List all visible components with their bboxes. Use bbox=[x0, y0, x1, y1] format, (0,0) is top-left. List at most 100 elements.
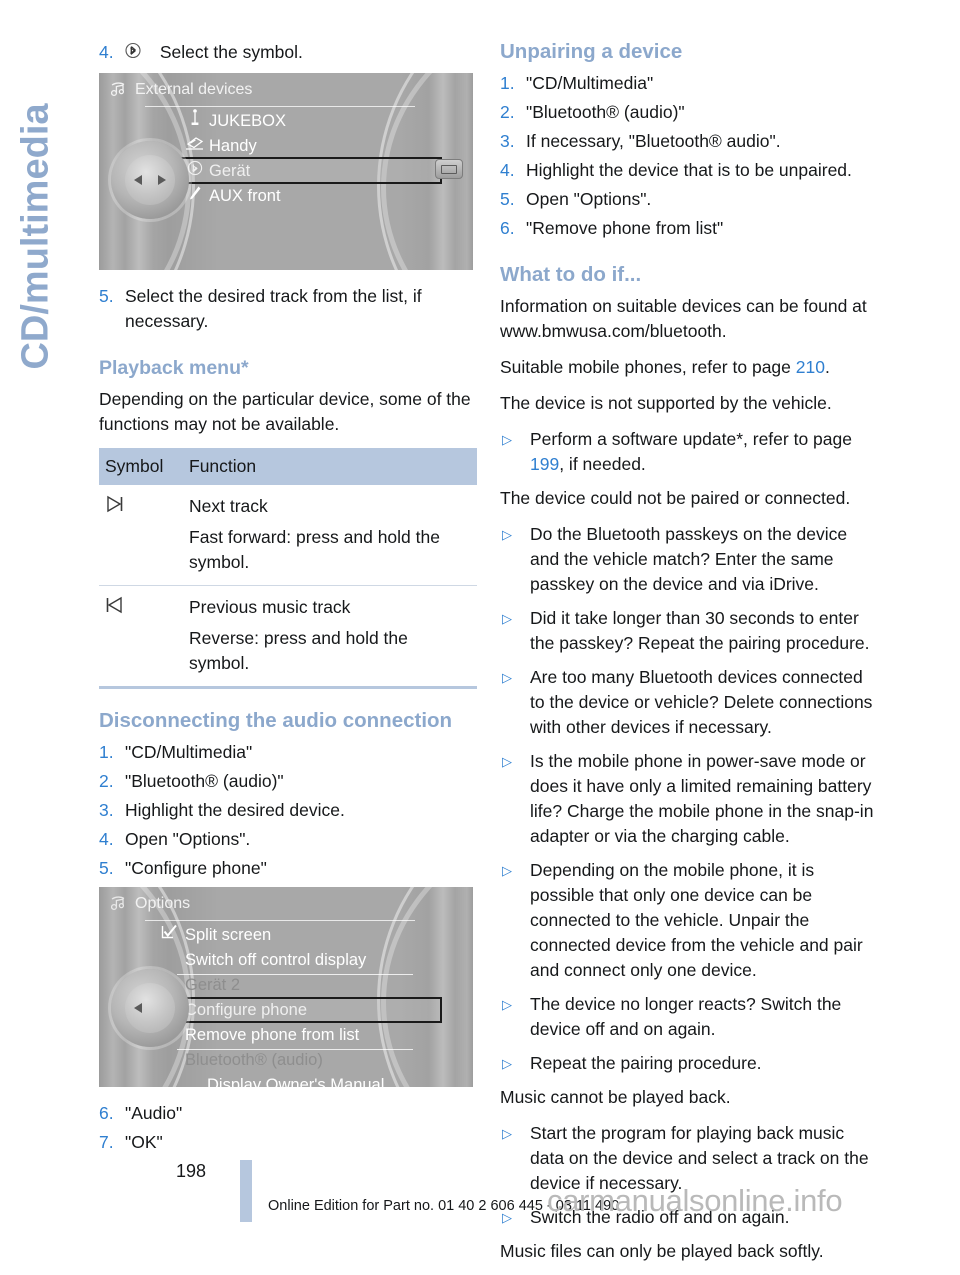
step-label: "OK" bbox=[125, 1132, 163, 1152]
idrive-controller-knob[interactable] bbox=[107, 965, 193, 1051]
knob-inner bbox=[125, 983, 175, 1033]
info-paragraph-3: The device is not supported by the vehic… bbox=[500, 393, 832, 413]
table-row: Next track Fast forward: press and hold … bbox=[99, 485, 477, 586]
what-to-do-heading: What to do if... bbox=[500, 263, 642, 286]
chapter-tab-label: CD/multimedia bbox=[14, 103, 57, 370]
step-number: 7. bbox=[99, 1132, 114, 1152]
list-item-aux-front[interactable]: AUX front bbox=[190, 184, 443, 209]
watermark: carmanualsonline.info bbox=[547, 1183, 843, 1218]
list-item-handy[interactable]: Handy bbox=[186, 134, 443, 159]
arrow-left-icon bbox=[134, 1003, 142, 1013]
manual-page: CD/multimedia 4. Select the symbol. Exte… bbox=[0, 0, 960, 1261]
page-number: 198 bbox=[176, 1161, 207, 1181]
triangle-bullet-icon: ▷ bbox=[502, 754, 512, 769]
step-5-label: Select the desired track from the list, … bbox=[125, 286, 422, 331]
bullet-text: Do the Bluetooth passkeys on the device … bbox=[530, 524, 848, 594]
options-item-remove-phone[interactable]: Remove phone from list bbox=[185, 1023, 443, 1048]
bullet-passkeys-match: ▷ Do the Bluetooth passkeys on the devic… bbox=[500, 522, 878, 597]
options-item-display-owners-manual[interactable]: Display Owner's Manual bbox=[185, 1073, 443, 1087]
bullet-power-save-mode: ▷ Is the mobile phone in power-save mode… bbox=[500, 749, 878, 849]
step-number: 4. bbox=[500, 160, 515, 180]
multimedia-icon bbox=[110, 82, 131, 98]
bullet-text: Is the mobile phone in power-save mode o… bbox=[530, 751, 874, 846]
knob-inner bbox=[125, 155, 175, 205]
triangle-bullet-icon: ▷ bbox=[502, 1056, 512, 1071]
list-item-label: AUX front bbox=[209, 187, 281, 205]
previous-track-line2: Reverse: press and hold the symbol. bbox=[189, 628, 408, 673]
bullet-text: Repeat the pairing procedure. bbox=[530, 1053, 762, 1073]
title-divider bbox=[145, 106, 415, 107]
info-paragraph-5: Music cannot be played back. bbox=[500, 1087, 731, 1107]
disconnect-step-4: 4. Open "Options". bbox=[99, 827, 477, 852]
unpair-step-1: 1. "CD/Multimedia" bbox=[500, 71, 878, 96]
step-number: 5. bbox=[500, 189, 515, 209]
step-label: Open "Options". bbox=[125, 829, 251, 849]
info-paragraph-4: The device could not be paired or connec… bbox=[500, 488, 851, 508]
bullet-30-seconds: ▷ Did it take longer than 30 seconds to … bbox=[500, 606, 878, 656]
arrow-left-icon bbox=[134, 175, 142, 185]
display-side-button[interactable] bbox=[435, 159, 463, 179]
step-4-select-symbol: 4. Select the symbol. bbox=[99, 40, 477, 67]
step-number: 2. bbox=[500, 102, 515, 122]
disconnect-step-7: 7. "OK" bbox=[99, 1130, 477, 1155]
unpairing-heading: Unpairing a device bbox=[500, 40, 683, 63]
triangle-bullet-icon: ▷ bbox=[502, 1126, 512, 1141]
left-column: 4. Select the symbol. External devices J… bbox=[99, 40, 477, 1159]
triangle-bullet-icon: ▷ bbox=[502, 997, 512, 1012]
idrive-controller-knob[interactable] bbox=[107, 137, 193, 223]
disconnect-step-5: 5. "Configure phone" bbox=[99, 856, 477, 881]
right-column: Unpairing a device 1. "CD/Multimedia" 2.… bbox=[500, 40, 878, 1275]
step-label: "CD/Multimedia" bbox=[125, 742, 253, 762]
step-number: 3. bbox=[500, 131, 515, 151]
step-number: 1. bbox=[99, 742, 114, 762]
step-number: 1. bbox=[500, 73, 515, 93]
options-item-label: Split screen bbox=[185, 926, 272, 944]
triangle-bullet-icon: ▷ bbox=[502, 670, 512, 685]
para2-pre: Suitable mobile phones, refer to page bbox=[500, 357, 796, 377]
bullet1-post: , if needed. bbox=[559, 454, 646, 474]
next-track-icon bbox=[99, 485, 183, 586]
step-number: 4. bbox=[99, 829, 114, 849]
bullet-text: Perform a software update*, refer to pag… bbox=[530, 427, 878, 477]
options-item-switch-off-display[interactable]: Switch off control display bbox=[185, 948, 443, 973]
unpair-step-5: 5. Open "Options". bbox=[500, 187, 878, 212]
next-track-line1: Next track bbox=[189, 496, 268, 516]
options-group-label: Gerät 2 bbox=[185, 976, 241, 994]
disconnecting-heading: Disconnecting the audio connection bbox=[99, 709, 453, 732]
disconnect-step-2: 2. "Bluetooth® (audio)" bbox=[99, 769, 477, 794]
disconnect-step-3: 3. Highlight the desired device. bbox=[99, 798, 477, 823]
list-item-label: JUKEBOX bbox=[209, 112, 287, 130]
previous-track-line1: Previous music track bbox=[189, 597, 351, 617]
page-reference-199[interactable]: 199 bbox=[530, 454, 559, 474]
step-5-select-track: 5. Select the desired track from the lis… bbox=[99, 284, 477, 334]
info-paragraph-1: Information on suitable devices can be f… bbox=[500, 296, 867, 341]
table-header-row: Symbol Function bbox=[99, 448, 477, 485]
options-group-label: Bluetooth® (audio) bbox=[185, 1051, 323, 1069]
page-reference-210[interactable]: 210 bbox=[796, 357, 825, 377]
step-label: Highlight the desired device. bbox=[125, 800, 345, 820]
bullet-software-update: ▷ Perform a software update*, refer to p… bbox=[500, 427, 878, 477]
list-item-jukebox[interactable]: JUKEBOX bbox=[191, 109, 443, 134]
info-paragraph-6: Music files can only be played back soft… bbox=[500, 1241, 824, 1261]
table-cell-function: Next track Fast forward: press and hold … bbox=[183, 485, 477, 586]
step-label: Open "Options". bbox=[526, 189, 652, 209]
step-4-label: Select the symbol. bbox=[159, 42, 303, 62]
table-cell-function: Previous music track Reverse: press and … bbox=[183, 585, 477, 686]
list-divider bbox=[177, 974, 413, 975]
options-item-label: Remove phone from list bbox=[185, 1026, 360, 1044]
step-label: "Bluetooth® (audio)" bbox=[125, 771, 284, 791]
playback-symbol-table: Symbol Function Next track Fast forward:… bbox=[99, 448, 477, 686]
usb-icon bbox=[185, 109, 205, 135]
table-header-symbol: Symbol bbox=[99, 448, 183, 485]
chapter-tab: CD/multimedia bbox=[0, 0, 72, 430]
options-item-label: Display Owner's Manual bbox=[207, 1076, 385, 1087]
unpair-step-4: 4. Highlight the device that is to be un… bbox=[500, 158, 878, 183]
step-number: 6. bbox=[99, 1103, 114, 1123]
options-item-label: Switch off control display bbox=[185, 951, 367, 969]
playback-menu-heading: Playback menu* bbox=[99, 357, 249, 379]
options-item-split-screen[interactable]: Split screen bbox=[161, 923, 443, 948]
options-screenshot: Options Split screen Switch off control … bbox=[99, 887, 473, 1087]
bullet-too-many-devices: ▷ Are too many Bluetooth devices connect… bbox=[500, 665, 878, 740]
triangle-bullet-icon: ▷ bbox=[502, 527, 512, 542]
screen-title: External devices bbox=[135, 81, 253, 98]
